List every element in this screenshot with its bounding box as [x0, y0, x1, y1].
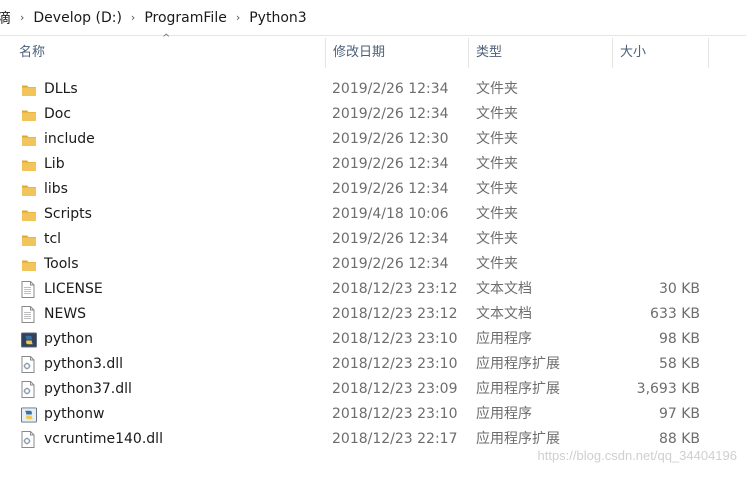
file-row[interactable]: Doc 2019/2/26 12:34 文件夹 [0, 102, 746, 127]
file-name: include [44, 131, 95, 147]
folder-icon [21, 252, 37, 277]
file-type: 文件夹 [476, 231, 518, 247]
file-date: 2019/2/26 12:34 [332, 81, 449, 97]
file-type: 文件夹 [476, 206, 518, 222]
file-list: DLLs 2019/2/26 12:34 文件夹 Doc 2019/2/26 12:34… [0, 77, 746, 452]
column-divider[interactable] [708, 38, 709, 68]
dll-file-icon [21, 427, 37, 452]
file-date: 2018/12/23 23:09 [332, 381, 458, 397]
chevron-right-icon[interactable]: › [17, 11, 27, 24]
file-name: DLLs [44, 81, 78, 97]
file-size: 633 KB [650, 306, 700, 322]
file-size: 98 KB [658, 331, 700, 347]
file-date: 2019/2/26 12:34 [332, 231, 449, 247]
file-type: 文件夹 [476, 131, 518, 147]
file-size: 30 KB [658, 281, 700, 297]
file-date: 2018/12/23 23:10 [332, 406, 458, 422]
file-row[interactable]: include 2019/2/26 12:30 文件夹 [0, 127, 746, 152]
file-date: 2018/12/23 23:10 [332, 356, 458, 372]
file-type: 文件夹 [476, 156, 518, 172]
python-app-icon [21, 327, 37, 352]
column-header-bar: ^ 名称 修改日期 类型 大小 [0, 33, 746, 70]
file-date: 2019/2/26 12:34 [332, 181, 449, 197]
file-type: 文件夹 [476, 256, 518, 272]
file-name: Lib [44, 156, 65, 172]
file-size: 97 KB [658, 406, 700, 422]
file-type: 文本文档 [476, 306, 532, 322]
file-type: 文件夹 [476, 81, 518, 97]
file-size: 3,693 KB [636, 381, 700, 397]
column-header-date[interactable]: 修改日期 [333, 36, 385, 70]
breadcrumb-item-parent[interactable]: 滴 [0, 8, 17, 28]
breadcrumb-item-current[interactable]: Python3 [243, 10, 312, 26]
file-date: 2019/2/26 12:34 [332, 256, 449, 272]
file-type: 应用程序扩展 [476, 356, 560, 372]
file-type: 应用程序 [476, 331, 532, 347]
breadcrumb: 滴 › Develop (D:) › ProgramFile › Python3 [0, 0, 746, 36]
column-divider[interactable] [612, 38, 613, 68]
file-row[interactable]: Lib 2019/2/26 12:34 文件夹 [0, 152, 746, 177]
sort-ascending-icon: ^ [162, 33, 171, 44]
file-type: 应用程序 [476, 406, 532, 422]
file-date: 2019/2/26 12:34 [332, 156, 449, 172]
file-type: 文本文档 [476, 281, 532, 297]
pythonw-app-icon [21, 402, 37, 427]
file-row[interactable]: DLLs 2019/2/26 12:34 文件夹 [0, 77, 746, 102]
breadcrumb-item-programfile[interactable]: ProgramFile [138, 10, 233, 26]
folder-icon [21, 127, 37, 152]
file-date: 2018/12/23 22:17 [332, 431, 458, 447]
file-name: python [44, 331, 93, 347]
folder-icon [21, 102, 37, 127]
column-header-size[interactable]: 大小 [620, 36, 646, 70]
column-header-type[interactable]: 类型 [476, 36, 502, 70]
column-divider[interactable] [325, 38, 326, 68]
file-date: 2018/12/23 23:10 [332, 331, 458, 347]
file-row[interactable]: NEWS 2018/12/23 23:12 文本文档 633 KB [0, 302, 746, 327]
file-row[interactable]: Scripts 2019/4/18 10:06 文件夹 [0, 202, 746, 227]
column-divider[interactable] [468, 38, 469, 68]
file-type: 文件夹 [476, 181, 518, 197]
folder-icon [21, 202, 37, 227]
file-name: python37.dll [44, 381, 132, 397]
file-row[interactable]: python 2018/12/23 23:10 应用程序 98 KB [0, 327, 746, 352]
file-type: 文件夹 [476, 106, 518, 122]
file-name: tcl [44, 231, 62, 247]
folder-icon [21, 177, 37, 202]
file-size: 58 KB [658, 356, 700, 372]
text-file-icon [21, 302, 37, 327]
file-name: libs [44, 181, 68, 197]
file-name: NEWS [44, 306, 87, 322]
breadcrumb-item-drive[interactable]: Develop (D:) [27, 10, 128, 26]
file-name: Tools [44, 256, 79, 272]
file-date: 2019/4/18 10:06 [332, 206, 449, 222]
file-row[interactable]: python37.dll 2018/12/23 23:09 应用程序扩展 3,693 … [0, 377, 746, 402]
file-row[interactable]: libs 2019/2/26 12:34 文件夹 [0, 177, 746, 202]
file-row[interactable]: pythonw 2018/12/23 23:10 应用程序 97 KB [0, 402, 746, 427]
file-row[interactable]: LICENSE 2018/12/23 23:12 文本文档 30 KB [0, 277, 746, 302]
file-row[interactable]: tcl 2019/2/26 12:34 文件夹 [0, 227, 746, 252]
folder-icon [21, 77, 37, 102]
chevron-right-icon[interactable]: › [128, 11, 138, 24]
dll-file-icon [21, 377, 37, 402]
text-file-icon [21, 277, 37, 302]
file-name: python3.dll [44, 356, 123, 372]
file-row[interactable]: Tools 2019/2/26 12:34 文件夹 [0, 252, 746, 277]
file-name: LICENSE [44, 281, 103, 297]
column-header-name[interactable]: 名称 [19, 36, 45, 70]
file-type: 应用程序扩展 [476, 381, 560, 397]
file-name: vcruntime140.dll [44, 431, 163, 447]
file-date: 2019/2/26 12:30 [332, 131, 449, 147]
file-name: Scripts [44, 206, 92, 222]
folder-icon [21, 152, 37, 177]
chevron-right-icon[interactable]: › [233, 11, 243, 24]
file-row[interactable]: python3.dll 2018/12/23 23:10 应用程序扩展 58 KB [0, 352, 746, 377]
file-date: 2018/12/23 23:12 [332, 281, 458, 297]
dll-file-icon [21, 352, 37, 377]
file-date: 2019/2/26 12:34 [332, 106, 449, 122]
file-name: pythonw [44, 406, 105, 422]
folder-icon [21, 227, 37, 252]
watermark: https://blog.csdn.net/qq_34404196 [537, 448, 738, 463]
file-name: Doc [44, 106, 72, 122]
file-date: 2018/12/23 23:12 [332, 306, 458, 322]
